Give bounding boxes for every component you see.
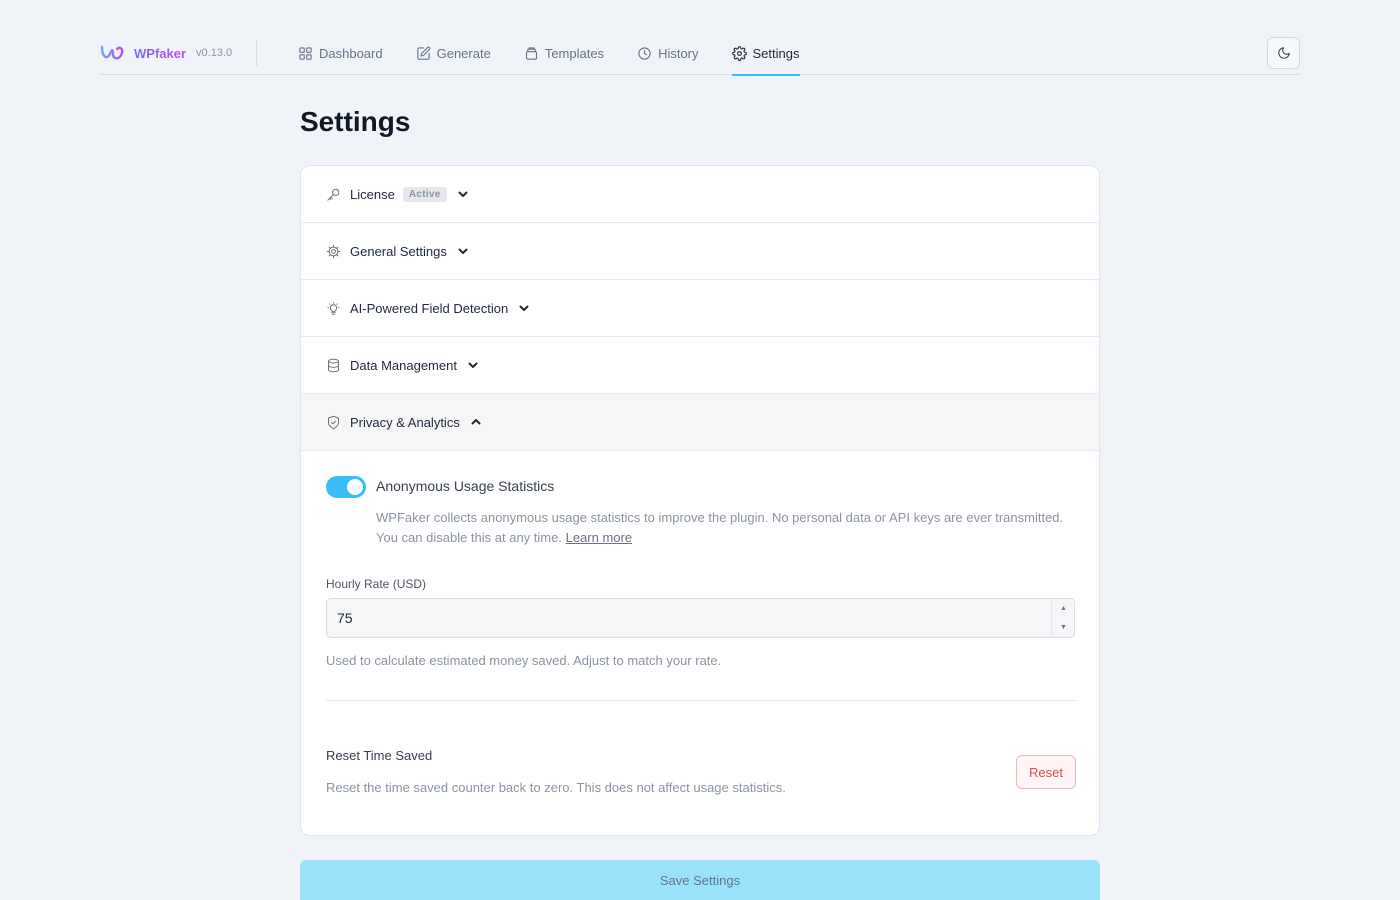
hourly-rate-help: Used to calculate estimated money saved.… <box>326 653 722 668</box>
hourly-rate-field: ▲ ▼ <box>326 598 1075 638</box>
template-icon <box>525 47 537 60</box>
gear-icon <box>326 244 341 258</box>
divider <box>326 700 1076 701</box>
section-label: Data Management <box>350 357 457 373</box>
reset-time-saved-title: Reset Time Saved <box>326 748 433 763</box>
nav-item-settings[interactable]: Settings <box>731 32 800 76</box>
nav-item-history[interactable]: History <box>637 32 699 75</box>
reset-time-saved-description: Reset the time saved counter back to zer… <box>326 780 786 795</box>
nav-item-label: Dashboard <box>319 46 383 61</box>
hourly-rate-stepper: ▲ ▼ <box>1051 599 1074 637</box>
version-label: v0.13.0 <box>196 47 233 59</box>
chevron-up-icon <box>471 419 481 425</box>
section-label: General Settings <box>350 243 447 259</box>
nav-item-templates[interactable]: Templates <box>524 32 604 75</box>
brand-name: WPfaker <box>134 45 187 61</box>
usage-statistics-title: Anonymous Usage Statistics <box>376 478 555 494</box>
reset-button[interactable]: Reset <box>1016 755 1076 789</box>
settings-card: License Active General Settings AI-Power… <box>300 165 1100 836</box>
shield-icon <box>328 415 339 429</box>
usage-statistics-description: WPFaker collects anonymous usage statist… <box>376 508 1076 548</box>
increment-icon[interactable]: ▲ <box>1052 599 1075 618</box>
section-privacy-analytics-header[interactable]: Privacy & Analytics <box>301 394 1099 451</box>
section-ai-field-detection-header[interactable]: AI-Powered Field Detection <box>301 280 1099 337</box>
edit-icon <box>416 46 430 60</box>
section-label: Privacy & Analytics <box>350 414 460 430</box>
chevron-down-icon <box>458 248 468 254</box>
chevron-down-icon <box>468 362 478 368</box>
page-title: Settings <box>300 106 411 137</box>
nav-item-label: History <box>658 46 699 61</box>
clock-icon <box>638 47 651 60</box>
section-data-management-header[interactable]: Data Management <box>301 337 1099 394</box>
hourly-rate-label: Hourly Rate (USD) <box>326 577 427 591</box>
nav-item-label: Templates <box>544 46 605 61</box>
gear-icon <box>731 46 747 61</box>
nav-item-label: Settings <box>752 46 800 61</box>
top-navigation-bar: WPfaker v0.13.0 Dashboard Generate Templ… <box>100 32 1300 76</box>
grid-icon <box>299 47 312 60</box>
decrement-icon[interactable]: ▼ <box>1052 618 1075 637</box>
license-status-badge: Active <box>402 186 447 202</box>
section-general-settings-header[interactable]: General Settings <box>301 223 1099 280</box>
wpfaker-logo-icon <box>100 45 124 60</box>
usage-statistics-description-text: WPFaker collects anonymous usage statist… <box>376 510 1064 545</box>
section-license-header[interactable]: License Active <box>301 166 1099 223</box>
theme-toggle-button[interactable] <box>1267 37 1300 69</box>
hourly-rate-input[interactable] <box>327 599 1074 637</box>
moon-icon <box>1277 47 1290 59</box>
section-label: AI-Powered Field Detection <box>350 300 509 316</box>
database-icon <box>328 358 339 372</box>
nav-item-label: Generate <box>436 46 491 61</box>
toggle-knob <box>347 479 363 495</box>
usage-statistics-toggle[interactable] <box>326 476 366 498</box>
save-settings-button[interactable]: Save Settings <box>300 860 1100 900</box>
chevron-down-icon <box>519 305 529 311</box>
lightbulb-icon <box>327 301 340 315</box>
nav-item-generate[interactable]: Generate <box>416 32 491 75</box>
brand-divider <box>256 41 257 66</box>
main-nav: Dashboard Generate Templates History Set… <box>298 32 833 76</box>
nav-item-dashboard[interactable]: Dashboard <box>298 32 383 75</box>
brand[interactable]: WPfaker v0.13.0 <box>100 43 232 63</box>
key-icon <box>327 188 340 201</box>
section-label: License <box>350 186 395 202</box>
chevron-down-icon <box>458 191 468 197</box>
learn-more-link[interactable]: Learn more <box>566 530 632 545</box>
